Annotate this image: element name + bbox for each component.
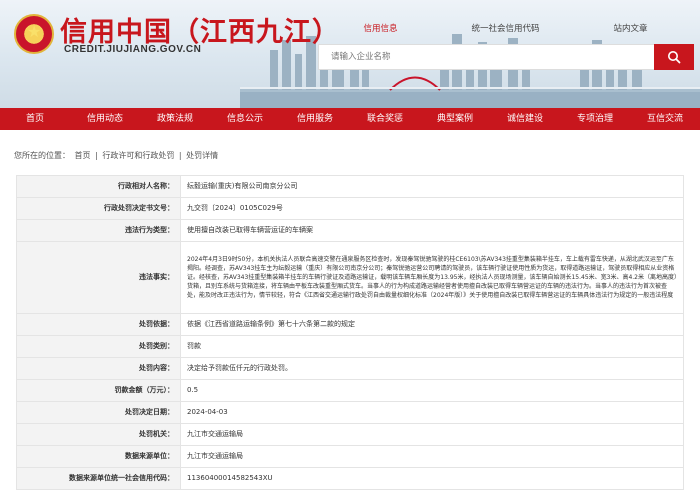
table-row: 处罚依据： 依据《江西省道路运输条例》第七十六条第二款的规定 <box>16 313 684 336</box>
table-row: 违法行为类型： 使用擅自改装已取得车辆营运证的车辆案 <box>16 219 684 242</box>
field-label: 数据来源单位统一社会信用代码： <box>16 467 181 490</box>
tab-credit-info[interactable]: 信用信息 <box>318 22 443 34</box>
field-label: 处罚依据： <box>16 313 181 336</box>
table-row: 行政相对人名称： 纭毅运输(重庆)有限公司南京分公司 <box>16 175 684 198</box>
field-label: 处罚内容： <box>16 357 181 380</box>
table-row: 行政处罚决定书文号： 九交罚〔2024〕0105C029号 <box>16 197 684 220</box>
table-row: 处罚决定日期： 2024-04-03 <box>16 401 684 424</box>
nav-home[interactable]: 首页 <box>0 108 70 130</box>
field-value: 使用擅自改装已取得车辆营运证的车辆案 <box>180 219 684 242</box>
field-value: 纭毅运输(重庆)有限公司南京分公司 <box>180 175 684 198</box>
field-label: 违法事实： <box>16 241 181 314</box>
national-emblem-icon <box>14 14 54 54</box>
table-row: 数据来源单位统一社会信用代码： 11360400014582543XU <box>16 467 684 490</box>
field-value: 0.5 <box>180 379 684 402</box>
nav-joint-rewards[interactable]: 联合奖惩 <box>350 108 420 130</box>
field-value: 2024-04-03 <box>180 401 684 424</box>
table-row: 数据来源单位： 九江市交通运输局 <box>16 445 684 468</box>
breadcrumb-home[interactable]: 首页 <box>75 151 91 160</box>
search-tabs: 信用信息 统一社会信用代码 站内文章 <box>318 22 693 34</box>
main-nav: 首页 信用动态 政策法规 信息公示 信用服务 联合奖惩 典型案例 诚信建设 专项… <box>0 108 700 130</box>
breadcrumb: 您所在的位置： 首页 | 行政许可和行政处罚 | 处罚详情 <box>14 150 700 161</box>
tab-site-articles[interactable]: 站内文章 <box>568 22 693 34</box>
nav-credit-service[interactable]: 信用服务 <box>280 108 350 130</box>
search-bar <box>318 44 694 70</box>
table-row: 罚款金额（万元）： 0.5 <box>16 379 684 402</box>
nav-typical-cases[interactable]: 典型案例 <box>420 108 490 130</box>
nav-exchange[interactable]: 互信交流 <box>630 108 700 130</box>
site-domain: CREDIT.JIUJIANG.GOV.CN <box>64 44 202 55</box>
field-label: 行政处罚决定书文号： <box>16 197 181 220</box>
table-row: 处罚类别： 罚款 <box>16 335 684 358</box>
field-value: 2024年4月3日9时50分，本机关执法人员联合高速交警在通泉服务区检查时，发现… <box>180 241 684 314</box>
nav-special-governance[interactable]: 专项治理 <box>560 108 630 130</box>
search-icon <box>668 51 681 64</box>
breadcrumb-prefix: 您所在的位置： <box>14 151 70 160</box>
nav-integrity[interactable]: 诚信建设 <box>490 108 560 130</box>
field-value: 依据《江西省道路运输条例》第七十六条第二款的规定 <box>180 313 684 336</box>
field-value: 九江市交通运输局 <box>180 445 684 468</box>
field-value: 九交罚〔2024〕0105C029号 <box>180 197 684 220</box>
penalty-detail-table: 行政相对人名称： 纭毅运输(重庆)有限公司南京分公司 行政处罚决定书文号： 九交… <box>16 175 684 490</box>
search-button[interactable] <box>654 44 694 70</box>
site-header: 信用中国（江西九江） CREDIT.JIUJIANG.GOV.CN 信用信息 统… <box>0 0 700 108</box>
field-label: 行政相对人名称： <box>16 175 181 198</box>
search-input[interactable] <box>318 44 654 70</box>
field-label: 处罚决定日期： <box>16 401 181 424</box>
breadcrumb-separator: | <box>95 151 98 160</box>
breadcrumb-permits[interactable]: 行政许可和行政处罚 <box>102 151 174 160</box>
breadcrumb-separator: | <box>178 151 182 160</box>
field-value: 11360400014582543XU <box>180 467 684 490</box>
field-value: 罚款 <box>180 335 684 358</box>
field-label: 违法行为类型： <box>16 219 181 242</box>
table-row: 处罚内容： 决定给予罚款伍仟元的行政处罚。 <box>16 357 684 380</box>
field-label: 处罚机关： <box>16 423 181 446</box>
breadcrumb-current: 处罚详情 <box>186 151 219 160</box>
field-label: 处罚类别： <box>16 335 181 358</box>
nav-credit-news[interactable]: 信用动态 <box>70 108 140 130</box>
field-label: 罚款金额（万元）： <box>16 379 181 402</box>
tab-credit-code[interactable]: 统一社会信用代码 <box>443 22 568 34</box>
field-value: 决定给予罚款伍仟元的行政处罚。 <box>180 357 684 380</box>
field-value: 九江市交通运输局 <box>180 423 684 446</box>
nav-disclosure[interactable]: 信息公示 <box>210 108 280 130</box>
nav-policies[interactable]: 政策法规 <box>140 108 210 130</box>
field-label: 数据来源单位： <box>16 445 181 468</box>
table-row: 违法事实： 2024年4月3日9时50分，本机关执法人员联合高速交警在通泉服务区… <box>16 241 684 314</box>
table-row: 处罚机关： 九江市交通运输局 <box>16 423 684 446</box>
